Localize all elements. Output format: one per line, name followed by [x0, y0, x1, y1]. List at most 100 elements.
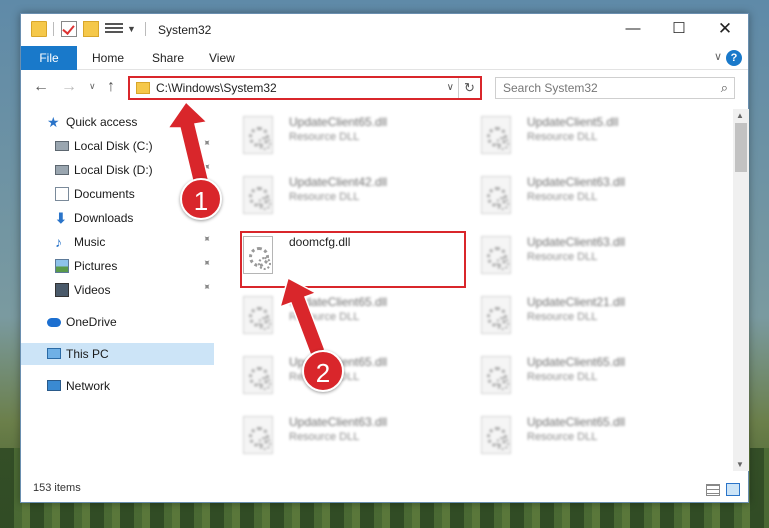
document-icon — [55, 187, 69, 201]
sidebar-item-music[interactable]: ♪ Music ✦ — [21, 231, 214, 253]
file-item[interactable]: UpdateClient65.dll Resource DLL — [471, 413, 701, 463]
search-input[interactable]: Search System32 ⌕ — [495, 77, 735, 99]
navigation-pane: ★ Quick access Local Disk (C:) ✦ Local D… — [21, 109, 214, 471]
star-icon: ★ — [47, 114, 60, 130]
sidebar-item-label: Documents — [74, 187, 135, 201]
sidebar-item-label: Videos — [74, 283, 111, 297]
sidebar-item-label: Local Disk (C:) — [74, 139, 153, 153]
tab-home[interactable]: Home — [92, 46, 124, 70]
search-icon[interactable]: ⌕ — [721, 80, 728, 96]
close-button[interactable]: ✕ — [702, 14, 748, 45]
file-type: Resource DLL — [527, 311, 598, 323]
forward-button[interactable]: → — [61, 78, 77, 96]
file-item[interactable]: UpdateClient65.dll Resource DLL — [233, 353, 463, 403]
sidebar-item-label: Downloads — [74, 211, 134, 225]
pin-icon: ✦ — [198, 136, 213, 151]
music-icon: ♪ — [55, 234, 62, 250]
file-item[interactable]: UpdateClient5.dll Resource DLL — [471, 113, 701, 163]
dll-file-icon — [481, 296, 511, 334]
dll-file-icon — [243, 416, 273, 454]
file-highlight-box — [240, 231, 466, 288]
back-button[interactable]: ← — [33, 78, 49, 96]
file-item[interactable]: UpdateClient42.dll Resource DLL — [233, 173, 463, 223]
dll-file-icon — [243, 116, 273, 154]
sidebar-item-label: Quick access — [66, 115, 138, 129]
file-type: Resource DLL — [289, 131, 360, 143]
file-name: UpdateClient63.dll — [527, 175, 626, 189]
sidebar-item-pictures[interactable]: Pictures ✦ — [21, 255, 214, 277]
maximize-button[interactable]: ☐ — [656, 14, 702, 45]
sidebar-item-videos[interactable]: Videos ✦ — [21, 279, 214, 301]
pin-icon: ✦ — [198, 280, 213, 295]
scroll-up-arrow-icon[interactable]: ▲ — [736, 111, 744, 120]
list-icon[interactable] — [105, 21, 123, 37]
file-type: Resource DLL — [289, 191, 360, 203]
sidebar-item-label: OneDrive — [66, 315, 117, 329]
details-view-icon[interactable] — [706, 484, 720, 496]
address-bar[interactable]: C:\Windows\System32 ∨ ↻ — [128, 76, 482, 100]
file-item[interactable]: UpdateClient65.dll Resource DLL — [233, 113, 463, 163]
refresh-button[interactable]: ↻ — [458, 78, 480, 98]
file-type: Resource DLL — [527, 371, 598, 383]
new-folder-icon[interactable] — [83, 21, 99, 37]
navigation-bar: ← → ∨ ↑ C:\Windows\System32 ∨ ↻ Search S… — [21, 71, 748, 105]
help-icon[interactable]: ? — [726, 50, 742, 66]
sidebar-item-label: Network — [66, 379, 111, 393]
file-name: UpdateClient63.dll — [527, 235, 626, 249]
sidebar-item-label: This PC — [66, 347, 109, 361]
dll-file-icon — [481, 236, 511, 274]
videos-icon — [55, 283, 69, 297]
dll-file-icon — [481, 176, 511, 214]
network-icon — [47, 380, 61, 391]
tab-view[interactable]: View — [209, 46, 235, 70]
toolbar-divider — [145, 22, 146, 36]
dll-file-icon — [243, 356, 273, 394]
tab-file[interactable]: File — [21, 46, 77, 70]
file-item[interactable]: UpdateClient63.dll Resource DLL — [471, 173, 701, 223]
tab-share[interactable]: Share — [152, 46, 184, 70]
up-button[interactable]: ↑ — [107, 78, 115, 96]
sidebar-item-this-pc[interactable]: This PC — [21, 343, 214, 365]
dll-file-icon — [481, 116, 511, 154]
file-item[interactable]: UpdateClient65.dll Resource DLL — [233, 293, 463, 343]
file-name: UpdateClient63.dll — [289, 415, 388, 429]
file-name: UpdateClient65.dll — [289, 115, 388, 129]
window-title: System32 — [158, 23, 212, 37]
file-item[interactable]: UpdateClient21.dll Resource DLL — [471, 293, 701, 343]
file-type: Resource DLL — [527, 131, 598, 143]
large-icons-view-icon[interactable] — [726, 483, 740, 496]
sidebar-item-local-disk-c[interactable]: Local Disk (C:) ✦ — [21, 135, 214, 157]
address-dropdown-chevron-icon[interactable]: ∨ — [447, 82, 454, 93]
sidebar-item-onedrive[interactable]: OneDrive — [21, 311, 214, 333]
file-item[interactable]: UpdateClient63.dll Resource DLL — [233, 413, 463, 463]
vertical-scrollbar[interactable]: ▲ ▼ — [733, 109, 749, 471]
status-bar: 153 items — [21, 478, 748, 502]
address-path[interactable]: C:\Windows\System32 — [156, 81, 277, 95]
sidebar-item-quick-access[interactable]: ★ Quick access — [21, 111, 214, 133]
pin-icon: ✦ — [198, 160, 213, 175]
file-name: UpdateClient21.dll — [527, 295, 626, 309]
sidebar-item-network[interactable]: Network — [21, 375, 214, 397]
pictures-icon — [55, 259, 69, 273]
toolbar-divider — [53, 22, 54, 36]
minimize-button[interactable]: — — [610, 14, 656, 45]
file-item[interactable]: UpdateClient65.dll Resource DLL — [471, 353, 701, 403]
folder-icon — [136, 82, 150, 94]
properties-check-icon[interactable] — [61, 21, 77, 37]
file-name: UpdateClient65.dll — [527, 355, 626, 369]
sidebar-item-local-disk-d[interactable]: Local Disk (D:) ✦ — [21, 159, 214, 181]
folder-icon — [31, 21, 47, 37]
file-type: Resource DLL — [527, 251, 598, 263]
scroll-down-arrow-icon[interactable]: ▼ — [736, 460, 744, 469]
file-item[interactable]: UpdateClient63.dll Resource DLL — [471, 233, 701, 283]
step-1-badge: 1 — [180, 178, 222, 220]
recent-locations-chevron-icon[interactable]: ∨ — [89, 81, 96, 92]
sidebar-item-label: Local Disk (D:) — [74, 163, 153, 177]
search-placeholder: Search System32 — [503, 81, 598, 95]
computer-icon — [47, 348, 61, 359]
dll-file-icon — [243, 176, 273, 214]
scrollbar-thumb[interactable] — [735, 123, 747, 172]
sidebar-item-label: Pictures — [74, 259, 118, 273]
expand-ribbon-chevron-icon[interactable]: ∨ — [714, 50, 722, 63]
customize-toolbar-chevron-icon[interactable]: ▼ — [127, 24, 136, 34]
